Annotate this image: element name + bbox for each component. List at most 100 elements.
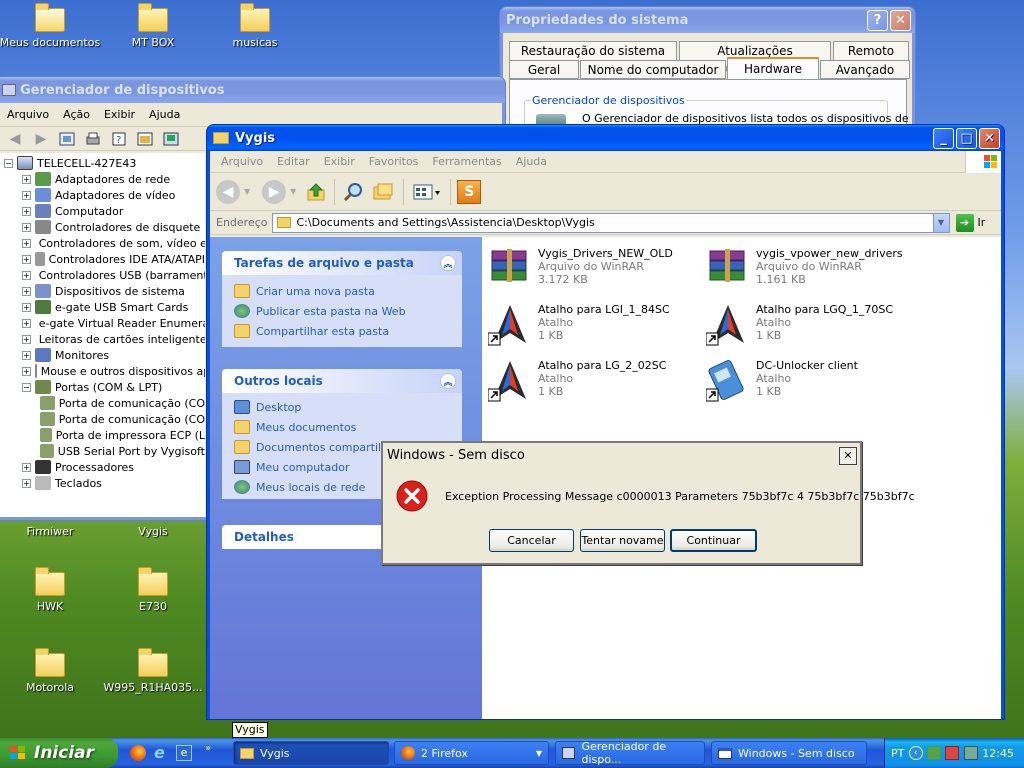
expand-icon[interactable]: + bbox=[22, 478, 31, 488]
continue-button[interactable]: Continuar bbox=[670, 529, 757, 552]
collapse-chevron-icon[interactable]: ︽ bbox=[440, 255, 456, 271]
file-item[interactable]: Atalho para LG_2_02SC Atalho 1 KB bbox=[488, 359, 698, 411]
tree-item[interactable]: + Adaptadores de rede bbox=[22, 171, 205, 187]
tree-item[interactable]: + Teclados bbox=[22, 475, 205, 491]
menu-editar[interactable]: Editar bbox=[270, 155, 317, 168]
cancel-button[interactable]: Cancelar bbox=[489, 529, 574, 552]
up-folder-icon[interactable] bbox=[304, 181, 328, 203]
views-icon[interactable] bbox=[410, 181, 444, 203]
close-button[interactable]: ✕ bbox=[839, 446, 857, 465]
tab-avancado[interactable]: Avançado bbox=[820, 60, 910, 79]
desktop-icon-w995[interactable]: W995_R1HA035... bbox=[98, 648, 208, 694]
maximize-button[interactable]: □ bbox=[956, 127, 977, 149]
tray-app-icon[interactable] bbox=[945, 746, 960, 760]
taskbar-item-device-manager[interactable]: Gerenciador de dispo... bbox=[555, 740, 705, 766]
search-icon[interactable] bbox=[341, 181, 365, 203]
desktop-icon-mt-box[interactable]: MT BOX bbox=[98, 3, 208, 49]
system-properties-titlebar[interactable]: Propriedades do sistema ? ✕ bbox=[500, 7, 915, 33]
tab-nome-computador[interactable]: Nome do computador bbox=[580, 60, 726, 79]
group-dropdown-icon[interactable]: ▼ bbox=[536, 749, 542, 758]
desktop-icon-motorola[interactable]: Motorola bbox=[0, 648, 105, 694]
task-link[interactable]: Publicar esta pasta na Web bbox=[234, 301, 450, 321]
taskbar-item-vygis[interactable]: Vygis bbox=[233, 741, 389, 765]
forward-button-icon[interactable]: ▶ bbox=[262, 179, 287, 204]
tree-item[interactable]: + Controladores IDE ATA/ATAPI bbox=[22, 251, 205, 267]
tab-restauracao[interactable]: Restauração do sistema bbox=[509, 41, 677, 60]
tasks-panel-header[interactable]: Tarefas de arquivo e pasta ︽ bbox=[222, 251, 462, 275]
menu-ajuda[interactable]: Ajuda bbox=[142, 108, 187, 121]
expand-icon[interactable]: + bbox=[22, 238, 31, 248]
place-link[interactable]: Desktop bbox=[234, 397, 450, 417]
tree-item[interactable]: + Mouse e outros dispositivos ap bbox=[22, 363, 205, 379]
collapse-icon[interactable]: − bbox=[4, 158, 13, 168]
window-view-icon[interactable] bbox=[133, 128, 157, 150]
forward-arrow-icon[interactable]: ▶ bbox=[29, 128, 53, 150]
desktop-icon-musicas[interactable]: musicas bbox=[200, 3, 310, 49]
quicklaunch-more-icon[interactable]: » bbox=[205, 743, 211, 754]
tree-item[interactable]: + Monitores bbox=[22, 347, 205, 363]
tree-item[interactable]: Porta de impressora ECP (L bbox=[40, 427, 205, 443]
tray-app-icon[interactable] bbox=[927, 746, 942, 760]
tab-hardware[interactable]: Hardware bbox=[727, 57, 819, 79]
tree-item[interactable]: + Leitoras de cartões inteligentes bbox=[22, 331, 205, 347]
expand-icon[interactable]: + bbox=[22, 366, 31, 376]
task-link[interactable]: Criar uma nova pasta bbox=[234, 281, 450, 301]
back-dropdown-icon[interactable]: ▼ bbox=[244, 187, 250, 196]
ie-quicklaunch-icon[interactable]: e bbox=[154, 743, 165, 762]
expand-icon[interactable]: + bbox=[22, 222, 31, 232]
expand-icon[interactable]: + bbox=[22, 254, 31, 264]
show-desktop-icon[interactable]: e bbox=[176, 745, 192, 761]
device-manager-titlebar[interactable]: Gerenciador de dispositivos bbox=[0, 77, 505, 103]
tab-geral[interactable]: Geral bbox=[509, 60, 579, 79]
expand-icon[interactable]: + bbox=[22, 350, 31, 360]
desktop-icon-meus-documentos[interactable]: Meus documentos bbox=[0, 3, 105, 49]
expand-icon[interactable]: + bbox=[22, 318, 31, 328]
desktop-icon-hwk[interactable]: HWK bbox=[0, 567, 105, 613]
go-arrow-icon[interactable]: ➔ bbox=[955, 213, 974, 232]
error-dialog[interactable]: Windows - Sem disco ✕ Exception Processi… bbox=[381, 441, 915, 565]
expand-icon[interactable]: + bbox=[22, 334, 31, 344]
retry-button[interactable]: Tentar novame bbox=[580, 529, 665, 552]
desktop-icon-firmiwer[interactable]: Firmiwer bbox=[0, 525, 105, 538]
tree-item[interactable]: + Controladores de som, vídeo e bbox=[22, 235, 205, 251]
properties-view-icon[interactable] bbox=[55, 128, 79, 150]
file-item[interactable]: vygis_vpower_new_drivers Arquivo do WinR… bbox=[706, 247, 916, 299]
menu-arquivo[interactable]: Arquivo bbox=[0, 108, 56, 121]
s-app-icon[interactable]: S bbox=[457, 179, 482, 204]
expand-icon[interactable]: + bbox=[22, 206, 31, 216]
menu-acao[interactable]: Ação bbox=[56, 108, 97, 121]
collapse-icon[interactable]: − bbox=[22, 382, 31, 392]
address-dropdown-icon[interactable]: ▼ bbox=[932, 213, 949, 232]
start-button[interactable]: Iniciar bbox=[0, 738, 118, 768]
explorer-titlebar[interactable]: Vygis _ □ ✕ bbox=[207, 125, 1004, 151]
collapse-chevron-icon[interactable]: ︽ bbox=[440, 373, 456, 389]
tree-item[interactable]: Porta de comunicação (CO bbox=[40, 395, 205, 411]
file-item[interactable]: Vygis_Drivers_NEW_OLD Arquivo do WinRAR … bbox=[488, 247, 698, 299]
tree-item[interactable]: + Processadores bbox=[22, 459, 205, 475]
menu-favoritos[interactable]: Favoritos bbox=[362, 155, 426, 168]
forward-dropdown-icon[interactable]: ▼ bbox=[290, 187, 296, 196]
address-field[interactable]: C:\Documents and Settings\Assistencia\De… bbox=[271, 212, 950, 233]
menu-ferramentas[interactable]: Ferramentas bbox=[425, 155, 508, 168]
tree-item[interactable]: + Dispositivos de sistema bbox=[22, 283, 205, 299]
tab-remoto[interactable]: Remoto bbox=[833, 41, 909, 60]
tree-root[interactable]: − TELECELL-427E43 bbox=[0, 155, 205, 171]
firefox-quicklaunch-icon[interactable] bbox=[130, 745, 146, 761]
expand-icon[interactable]: + bbox=[22, 174, 31, 184]
system-properties-window[interactable]: Propriedades do sistema ? ✕ Restauração … bbox=[500, 7, 915, 140]
menu-exibir[interactable]: Exibir bbox=[97, 108, 142, 121]
back-button-icon[interactable]: ◀ bbox=[216, 179, 240, 204]
print-icon[interactable] bbox=[81, 128, 105, 150]
taskbar-item-error-dialog[interactable]: Windows - Sem disco bbox=[711, 741, 867, 765]
go-label[interactable]: Ir bbox=[978, 216, 986, 229]
desktop-icon-e730[interactable]: E730 bbox=[98, 567, 208, 613]
file-item[interactable]: Atalho para LGI_1_84SC Atalho 1 KB bbox=[488, 303, 698, 355]
task-link[interactable]: Compartilhar esta pasta bbox=[234, 321, 450, 341]
place-link[interactable]: Meus documentos bbox=[234, 417, 450, 437]
help-button[interactable]: ? bbox=[867, 9, 888, 31]
file-item[interactable]: DC-Unlocker client Atalho 1 KB bbox=[706, 359, 916, 411]
scan-hardware-icon[interactable] bbox=[159, 128, 183, 150]
expand-icon[interactable]: + bbox=[22, 270, 31, 280]
tree-item[interactable]: − Portas (COM & LPT) bbox=[22, 379, 205, 395]
folders-icon[interactable] bbox=[369, 181, 397, 203]
